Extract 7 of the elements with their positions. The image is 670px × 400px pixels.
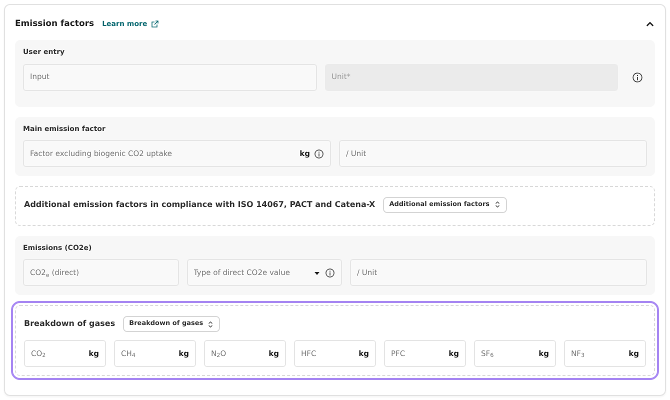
sort-icon [207,320,214,328]
section-title: Breakdown of gases [24,318,116,330]
sort-icon [494,201,501,208]
external-link-icon [151,20,160,28]
section-title: Emission factors [15,18,94,30]
section-title: Additional emission factors in compliance with ISO 14067, PACT and Catena-X [24,198,376,211]
chevron-up-icon[interactable] [645,19,655,29]
